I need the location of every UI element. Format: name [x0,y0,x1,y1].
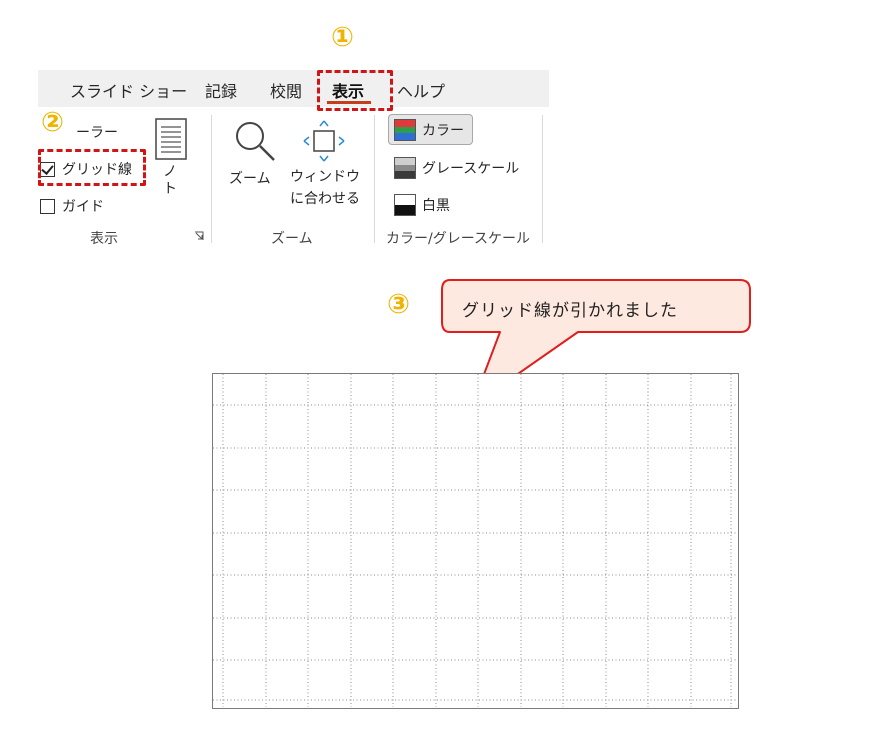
color-mode-label: カラー [422,123,464,139]
notes-label-line3: ト [163,181,177,197]
color-mode-button[interactable]: カラー [394,119,464,141]
dialog-launcher-icon[interactable] [194,231,204,241]
grayscale-mode-label: グレースケール [422,161,520,177]
black-white-mode-label: 白黒 [422,198,450,214]
guides-label: ガイド [62,199,104,215]
slide-canvas[interactable] [212,373,739,709]
zoom-magnifier-icon[interactable] [232,118,278,164]
black-white-mode-button[interactable]: 白黒 [394,194,450,216]
guides-checkbox-box[interactable] [40,198,55,214]
group-separator [374,115,375,243]
gridlines-overlay [213,374,737,707]
group-separator [211,115,212,243]
tab-review[interactable]: 校閲 [270,78,302,102]
group-separator [542,115,543,243]
color-group-label: カラー/グレースケール [386,231,531,247]
notes-label: ノ ー ト [160,164,180,198]
step-1-marker: ① [331,22,354,53]
fit-to-window-label[interactable]: ウィンドウ に合わせる [289,166,361,210]
ribbon-tab-strip: スライド ショー 記録 校閲 表示 ヘルプ [38,70,549,107]
show-group-label: 表示 [90,231,118,247]
notes-icon[interactable] [155,118,187,160]
gridlines-highlight [38,149,146,186]
tab-record[interactable]: 記録 [205,78,237,102]
tab-slideshow[interactable]: スライド ショー [70,78,187,102]
fit-to-window-icon[interactable] [301,118,347,164]
black-white-swatch-icon [394,194,416,216]
notes-label-line1: ノ [163,164,177,180]
guides-checkbox[interactable]: ガイド [40,196,104,216]
step-3-marker: ③ [387,289,410,320]
fit-label-line2: に合わせる [290,191,360,207]
tab-help[interactable]: ヘルプ [397,78,445,102]
step-2-marker: ② [41,107,64,138]
zoom-button-label[interactable]: ズーム [229,168,271,190]
fit-label-line1: ウィンドウ [290,169,360,185]
grayscale-mode-button[interactable]: グレースケール [394,157,519,179]
callout-text: グリッド線が引かれました [462,301,678,321]
color-swatch-icon [394,119,416,141]
grayscale-swatch-icon [394,157,416,179]
view-tab-highlight [317,70,393,111]
zoom-group-label: ズーム [271,231,313,247]
